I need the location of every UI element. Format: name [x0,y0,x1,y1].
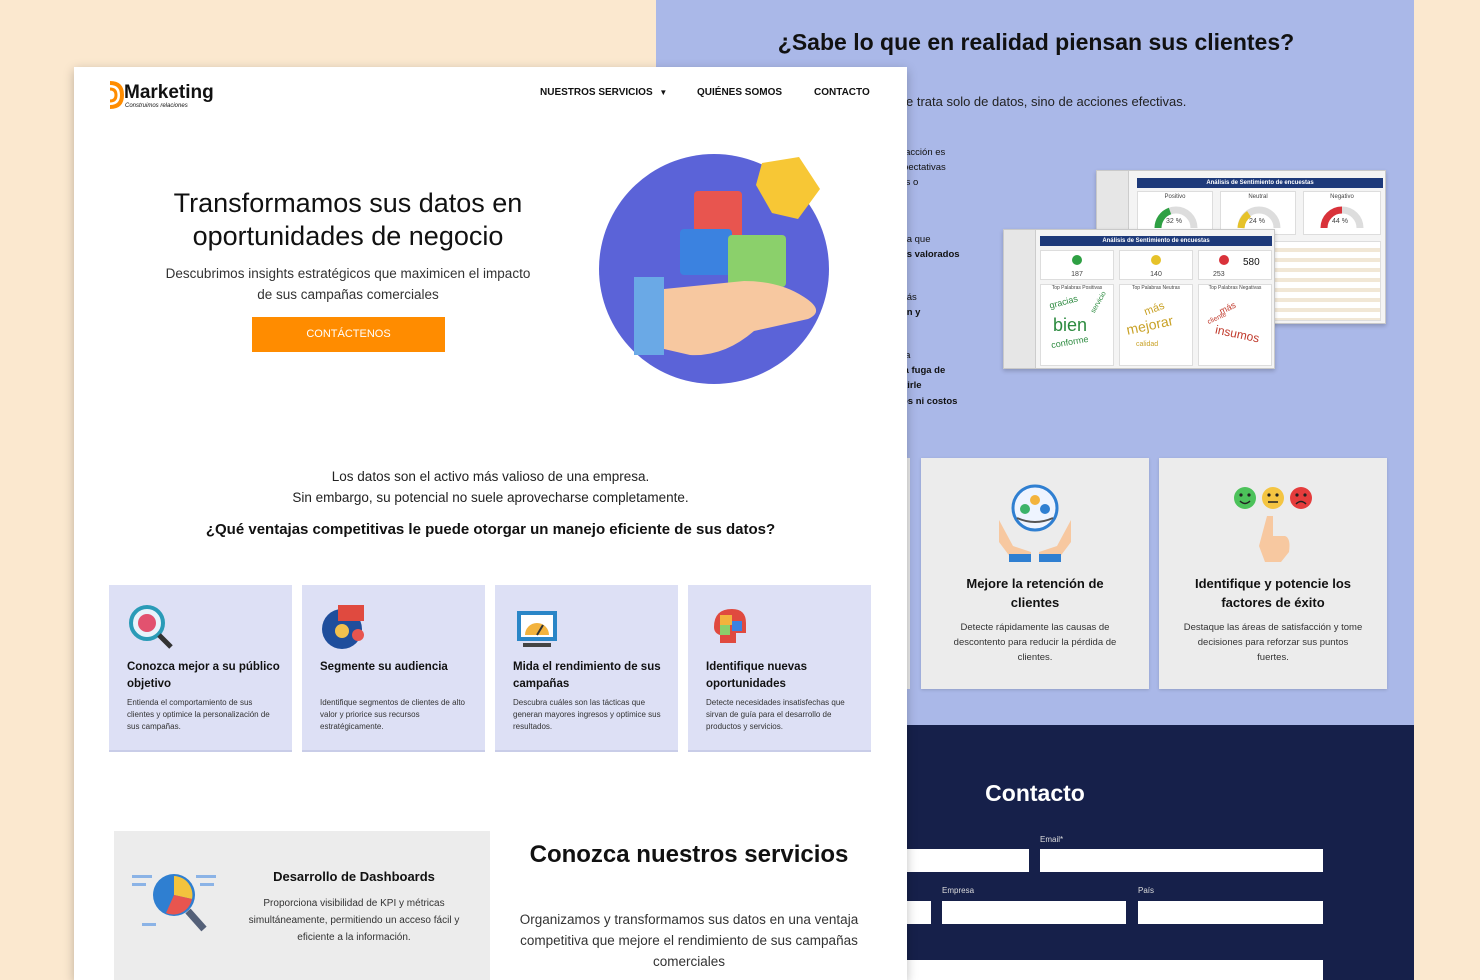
benefit-card-retention: Mejore la retención de clientes Detecte … [921,458,1149,689]
feature-card-segment: Segmente su audiencia Identifique segmen… [302,585,485,752]
feature-title: Conozca mejor a su público objetivo [127,661,280,690]
phone-field[interactable] [906,901,931,924]
feature-title: Identifique nuevas oportunidades [706,661,807,690]
contact-button[interactable]: CONTÁCTENOS [252,317,445,352]
name-field[interactable] [906,849,1029,872]
feature-card-performance: Mida el rendimiento de sus campañas Desc… [495,585,678,752]
gauge-icon [1154,206,1198,229]
kpi-card: 140 [1119,250,1193,280]
gauge-label: Neutral [1248,194,1268,200]
kpi-value: 253 [1213,271,1225,278]
email-label: Email* [1040,835,1064,844]
logo-word: Marketing [124,82,214,103]
nav-services-label: NUESTROS SERVICIOS [540,87,653,98]
gauge-icon [1320,206,1364,229]
retention-hands-icon [999,484,1071,562]
feature-text: Detecte necesidades insatisfechas que si… [706,698,845,731]
logo[interactable]: Marketing Construimos relaciones [108,81,238,111]
cloud-word: conforme [1050,333,1090,351]
kpi-card: 187 [1040,250,1114,280]
nav-services[interactable]: NUESTROS SERVICIOS ▼ [540,87,667,98]
card-text: Destaque las áreas de satisfacción y tom… [1183,622,1363,663]
service-title: Desarrollo de Dashboards [273,869,435,884]
email-field[interactable] [1040,849,1323,872]
cloud-word: gracias [1048,293,1079,311]
kpi-total: 580 [1243,257,1260,268]
benefit-card-success: Identifique y potencie los factores de é… [1159,458,1387,689]
kpi-card: 253 580 [1198,250,1272,280]
pais-field[interactable] [1138,901,1323,924]
feature-title: Mida el rendimiento de sus campañas [513,661,661,690]
feature-text: Descubra cuáles son las tácticas que gen… [513,698,661,731]
service-text: Proporciona visibilidad de KPI y métrica… [248,898,460,943]
gauge-label: Positivo [1164,194,1186,200]
dashboard-screenshot-front: Análisis de Sentimiento de encuestas 187… [1003,229,1275,369]
cloud-word: servicio [1089,290,1108,315]
word-cloud: Top Palabras Negativas insumos más clien… [1198,284,1272,366]
caret-down-icon: ▼ [659,88,668,97]
back-subtitle: e trata solo de datos, sino de acciones … [906,94,1187,109]
nav-contact[interactable]: CONTACTO [814,87,870,98]
feature-card-audience: Conozca mejor a su público objetivo Enti… [109,585,292,752]
advantages-question: ¿Qué ventajas competitivas le puede otor… [205,521,776,538]
word-cloud-title: Top Palabras Negativas [1208,285,1262,291]
smiley-negative-icon [1219,255,1229,265]
logo-tagline: Construimos relaciones [125,103,188,109]
gauge-icon [1237,206,1281,229]
performance-gauge-icon [517,611,557,647]
emoji-rating-icon [1234,487,1312,562]
cloud-word: mejorar [1124,312,1175,338]
dashboard-header: Análisis de Sentimiento de encuestas [1137,178,1383,188]
front-page: Marketing Construimos relaciones NUESTRO… [74,67,907,980]
card-title: Identifique y potencie los factores de é… [1194,576,1352,610]
empresa-field[interactable] [942,901,1126,924]
card-title: Mejore la retención de clientes [966,576,1104,610]
feature-card-opportunities: Identifique nuevas oportunidades Detecte… [688,585,871,752]
gauge-value: 32 % [1166,218,1182,225]
comments-table [1267,241,1381,321]
back-title: ¿Sabe lo que en realidad piensan sus cli… [777,29,1295,55]
services-subtitle: Organizamos y transformamos sus datos en… [519,912,859,969]
intro-line-2: Sin embargo, su potencial no suele aprov… [292,490,689,505]
cloud-word: bien [1053,315,1088,335]
kpi-value: 140 [1150,271,1162,278]
gauge-label: Negativo [1330,194,1354,200]
pais-label: País [1138,886,1155,895]
intro-line-1: Los datos son el activo más valioso de u… [331,469,650,484]
kpi-value: 187 [1071,271,1083,278]
word-cloud: Top Palabras Neutras más mejorar calidad [1119,284,1193,366]
cloud-word: calidad [1136,341,1159,348]
feature-title: Segmente su audiencia [320,661,448,673]
card-text: Detecte rápidamente las causas de descon… [953,622,1117,663]
services-heading: Conozca nuestros servicios [529,841,849,868]
gauge-value: 44 % [1332,218,1348,225]
dashboard-magnifier-icon [132,874,216,932]
audience-segment-icon [322,605,364,649]
feature-text: Identifique segmentos de clientes de alt… [320,698,465,731]
head-magnifier-icon [129,605,173,649]
service-card-dashboards[interactable]: Desarrollo de Dashboards Proporciona vis… [114,831,490,980]
hero-subtitle: Descubrimos insights estratégicos que ma… [165,266,531,302]
hand-puzzle-illustration [599,154,829,384]
dashboard-header: Análisis de Sentimiento de encuestas [1040,236,1272,246]
message-field[interactable] [906,960,1323,980]
nav-about[interactable]: QUIÉNES SOMOS [697,87,782,98]
hero-title: Transformamos sus datos en oportunidades… [173,188,523,251]
word-cloud-title: Top Palabras Neutras [1131,285,1181,291]
gauge-card: Negativo 44 % [1303,191,1381,235]
empresa-label: Empresa [942,886,975,895]
logo-mark-icon [109,81,124,109]
word-cloud: Top Palabras Positivas gracias bien conf… [1040,284,1114,366]
feature-text: Entienda el comportamiento de sus client… [127,698,270,731]
cloud-word: insumos [1214,322,1261,346]
gauge-value: 24 % [1249,218,1265,225]
smiley-neutral-icon [1151,255,1161,265]
opportunity-head-icon [714,609,746,643]
smiley-positive-icon [1072,255,1082,265]
